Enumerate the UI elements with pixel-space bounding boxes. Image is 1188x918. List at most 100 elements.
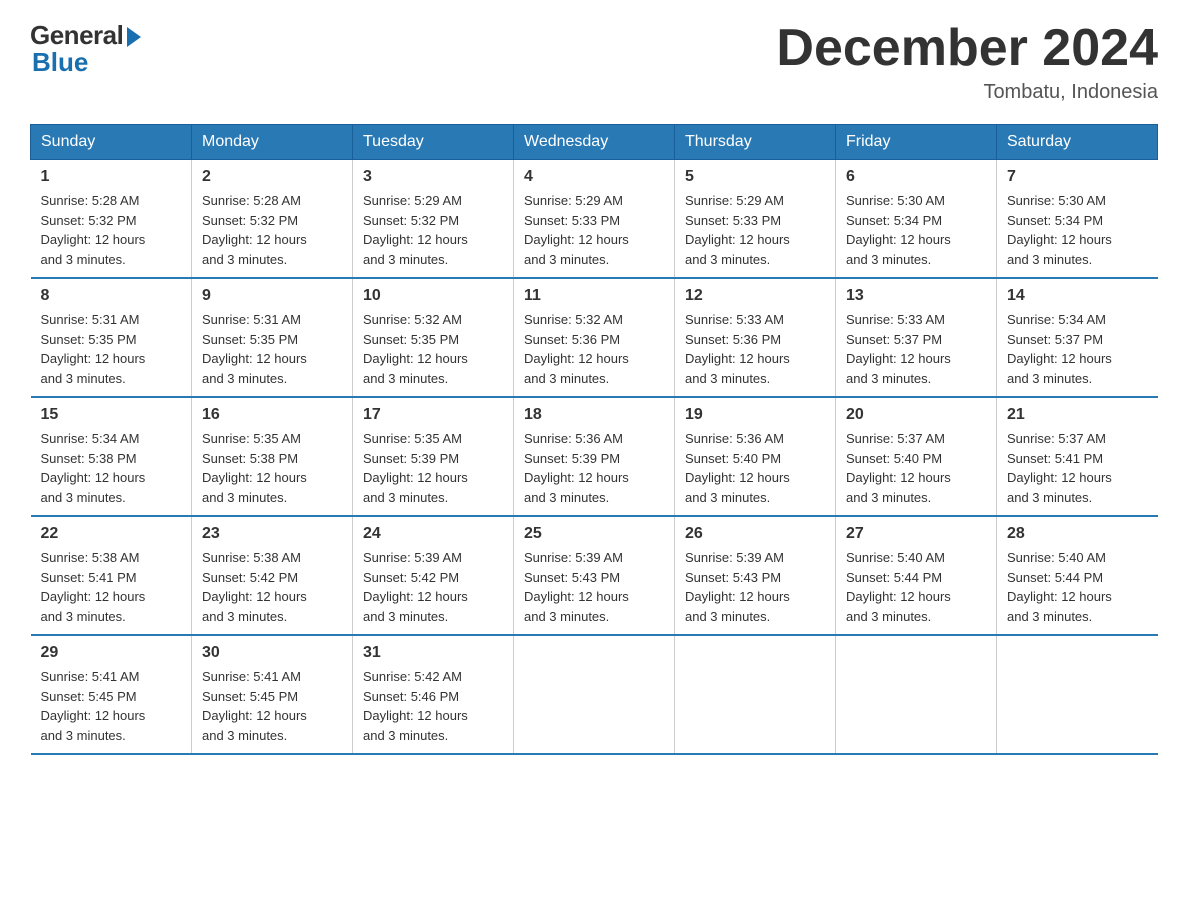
day-number: 21 — [1007, 406, 1148, 424]
day-info: Sunrise: 5:40 AM Sunset: 5:44 PM Dayligh… — [846, 548, 986, 626]
day-number: 25 — [524, 525, 664, 543]
day-info: Sunrise: 5:28 AM Sunset: 5:32 PM Dayligh… — [202, 191, 342, 269]
day-number: 27 — [846, 525, 986, 543]
day-number: 22 — [41, 525, 182, 543]
day-info: Sunrise: 5:30 AM Sunset: 5:34 PM Dayligh… — [846, 191, 986, 269]
table-row: 14 Sunrise: 5:34 AM Sunset: 5:37 PM Dayl… — [997, 278, 1158, 397]
day-info: Sunrise: 5:29 AM Sunset: 5:32 PM Dayligh… — [363, 191, 503, 269]
table-row: 3 Sunrise: 5:29 AM Sunset: 5:32 PM Dayli… — [353, 160, 514, 279]
header-tuesday: Tuesday — [353, 125, 514, 160]
calendar-table: Sunday Monday Tuesday Wednesday Thursday… — [30, 124, 1158, 755]
table-row: 6 Sunrise: 5:30 AM Sunset: 5:34 PM Dayli… — [836, 160, 997, 279]
header-monday: Monday — [192, 125, 353, 160]
day-number: 16 — [202, 406, 342, 424]
day-info: Sunrise: 5:34 AM Sunset: 5:37 PM Dayligh… — [1007, 310, 1148, 388]
calendar-header-row: Sunday Monday Tuesday Wednesday Thursday… — [31, 125, 1158, 160]
day-number: 26 — [685, 525, 825, 543]
day-info: Sunrise: 5:31 AM Sunset: 5:35 PM Dayligh… — [41, 310, 182, 388]
day-number: 9 — [202, 287, 342, 305]
header-thursday: Thursday — [675, 125, 836, 160]
day-info: Sunrise: 5:40 AM Sunset: 5:44 PM Dayligh… — [1007, 548, 1148, 626]
table-row — [836, 635, 997, 754]
table-row: 15 Sunrise: 5:34 AM Sunset: 5:38 PM Dayl… — [31, 397, 192, 516]
day-number: 13 — [846, 287, 986, 305]
day-number: 18 — [524, 406, 664, 424]
header-saturday: Saturday — [997, 125, 1158, 160]
table-row: 25 Sunrise: 5:39 AM Sunset: 5:43 PM Dayl… — [514, 516, 675, 635]
day-number: 5 — [685, 168, 825, 186]
table-row: 7 Sunrise: 5:30 AM Sunset: 5:34 PM Dayli… — [997, 160, 1158, 279]
table-row: 21 Sunrise: 5:37 AM Sunset: 5:41 PM Dayl… — [997, 397, 1158, 516]
table-row: 22 Sunrise: 5:38 AM Sunset: 5:41 PM Dayl… — [31, 516, 192, 635]
day-info: Sunrise: 5:37 AM Sunset: 5:41 PM Dayligh… — [1007, 429, 1148, 507]
day-info: Sunrise: 5:32 AM Sunset: 5:35 PM Dayligh… — [363, 310, 503, 388]
day-info: Sunrise: 5:33 AM Sunset: 5:36 PM Dayligh… — [685, 310, 825, 388]
table-row: 12 Sunrise: 5:33 AM Sunset: 5:36 PM Dayl… — [675, 278, 836, 397]
day-number: 15 — [41, 406, 182, 424]
calendar-week-2: 8 Sunrise: 5:31 AM Sunset: 5:35 PM Dayli… — [31, 278, 1158, 397]
table-row: 18 Sunrise: 5:36 AM Sunset: 5:39 PM Dayl… — [514, 397, 675, 516]
day-number: 31 — [363, 644, 503, 662]
day-info: Sunrise: 5:28 AM Sunset: 5:32 PM Dayligh… — [41, 191, 182, 269]
table-row: 27 Sunrise: 5:40 AM Sunset: 5:44 PM Dayl… — [836, 516, 997, 635]
day-info: Sunrise: 5:33 AM Sunset: 5:37 PM Dayligh… — [846, 310, 986, 388]
day-info: Sunrise: 5:35 AM Sunset: 5:39 PM Dayligh… — [363, 429, 503, 507]
table-row: 30 Sunrise: 5:41 AM Sunset: 5:45 PM Dayl… — [192, 635, 353, 754]
day-info: Sunrise: 5:29 AM Sunset: 5:33 PM Dayligh… — [685, 191, 825, 269]
table-row: 5 Sunrise: 5:29 AM Sunset: 5:33 PM Dayli… — [675, 160, 836, 279]
day-number: 12 — [685, 287, 825, 305]
header-friday: Friday — [836, 125, 997, 160]
table-row: 4 Sunrise: 5:29 AM Sunset: 5:33 PM Dayli… — [514, 160, 675, 279]
day-number: 11 — [524, 287, 664, 305]
table-row: 11 Sunrise: 5:32 AM Sunset: 5:36 PM Dayl… — [514, 278, 675, 397]
table-row: 26 Sunrise: 5:39 AM Sunset: 5:43 PM Dayl… — [675, 516, 836, 635]
table-row: 23 Sunrise: 5:38 AM Sunset: 5:42 PM Dayl… — [192, 516, 353, 635]
day-number: 29 — [41, 644, 182, 662]
day-info: Sunrise: 5:37 AM Sunset: 5:40 PM Dayligh… — [846, 429, 986, 507]
calendar-week-1: 1 Sunrise: 5:28 AM Sunset: 5:32 PM Dayli… — [31, 160, 1158, 279]
table-row: 19 Sunrise: 5:36 AM Sunset: 5:40 PM Dayl… — [675, 397, 836, 516]
day-number: 6 — [846, 168, 986, 186]
month-title: December 2024 — [776, 20, 1158, 77]
location-text: Tombatu, Indonesia — [776, 81, 1158, 104]
day-number: 30 — [202, 644, 342, 662]
title-section: December 2024 Tombatu, Indonesia — [776, 20, 1158, 104]
table-row: 24 Sunrise: 5:39 AM Sunset: 5:42 PM Dayl… — [353, 516, 514, 635]
table-row — [514, 635, 675, 754]
day-number: 19 — [685, 406, 825, 424]
day-info: Sunrise: 5:39 AM Sunset: 5:43 PM Dayligh… — [524, 548, 664, 626]
logo: General Blue — [30, 20, 141, 78]
day-info: Sunrise: 5:39 AM Sunset: 5:42 PM Dayligh… — [363, 548, 503, 626]
day-number: 17 — [363, 406, 503, 424]
day-number: 7 — [1007, 168, 1148, 186]
day-info: Sunrise: 5:34 AM Sunset: 5:38 PM Dayligh… — [41, 429, 182, 507]
table-row: 10 Sunrise: 5:32 AM Sunset: 5:35 PM Dayl… — [353, 278, 514, 397]
table-row: 31 Sunrise: 5:42 AM Sunset: 5:46 PM Dayl… — [353, 635, 514, 754]
logo-arrow-icon — [127, 27, 141, 47]
day-number: 3 — [363, 168, 503, 186]
day-number: 23 — [202, 525, 342, 543]
table-row: 9 Sunrise: 5:31 AM Sunset: 5:35 PM Dayli… — [192, 278, 353, 397]
day-info: Sunrise: 5:31 AM Sunset: 5:35 PM Dayligh… — [202, 310, 342, 388]
day-info: Sunrise: 5:42 AM Sunset: 5:46 PM Dayligh… — [363, 667, 503, 745]
day-number: 4 — [524, 168, 664, 186]
day-info: Sunrise: 5:38 AM Sunset: 5:41 PM Dayligh… — [41, 548, 182, 626]
table-row — [997, 635, 1158, 754]
table-row: 13 Sunrise: 5:33 AM Sunset: 5:37 PM Dayl… — [836, 278, 997, 397]
calendar-week-3: 15 Sunrise: 5:34 AM Sunset: 5:38 PM Dayl… — [31, 397, 1158, 516]
page-header: General Blue December 2024 Tombatu, Indo… — [30, 20, 1158, 104]
table-row: 16 Sunrise: 5:35 AM Sunset: 5:38 PM Dayl… — [192, 397, 353, 516]
table-row: 2 Sunrise: 5:28 AM Sunset: 5:32 PM Dayli… — [192, 160, 353, 279]
header-wednesday: Wednesday — [514, 125, 675, 160]
day-info: Sunrise: 5:41 AM Sunset: 5:45 PM Dayligh… — [41, 667, 182, 745]
day-info: Sunrise: 5:38 AM Sunset: 5:42 PM Dayligh… — [202, 548, 342, 626]
day-number: 8 — [41, 287, 182, 305]
table-row: 20 Sunrise: 5:37 AM Sunset: 5:40 PM Dayl… — [836, 397, 997, 516]
day-number: 20 — [846, 406, 986, 424]
day-number: 1 — [41, 168, 182, 186]
calendar-week-4: 22 Sunrise: 5:38 AM Sunset: 5:41 PM Dayl… — [31, 516, 1158, 635]
day-info: Sunrise: 5:39 AM Sunset: 5:43 PM Dayligh… — [685, 548, 825, 626]
calendar-week-5: 29 Sunrise: 5:41 AM Sunset: 5:45 PM Dayl… — [31, 635, 1158, 754]
table-row: 17 Sunrise: 5:35 AM Sunset: 5:39 PM Dayl… — [353, 397, 514, 516]
header-sunday: Sunday — [31, 125, 192, 160]
